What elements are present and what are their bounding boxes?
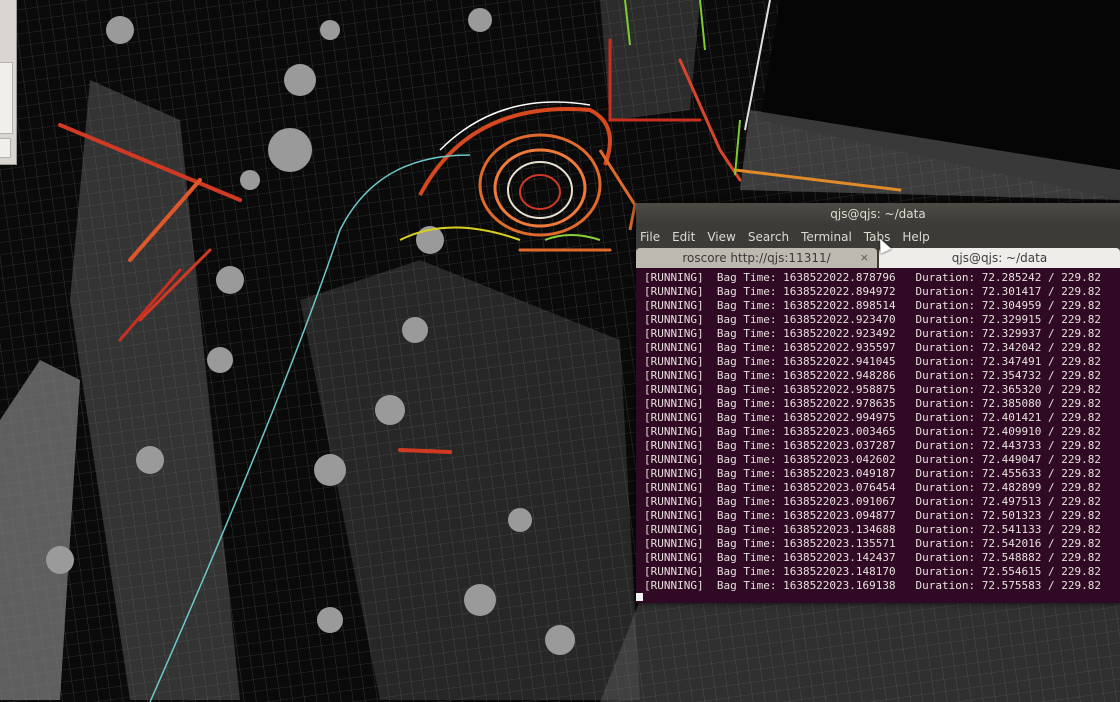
terminal-line: [RUNNING] Bag Time: 1638522023.042602 Du… xyxy=(644,453,1101,466)
terminal-line: [RUNNING] Bag Time: 1638522022.958875 Du… xyxy=(644,383,1101,396)
terminal-line: [RUNNING] Bag Time: 1638522023.091067 Du… xyxy=(644,495,1101,508)
menu-terminal[interactable]: Terminal xyxy=(801,230,852,244)
terminal-line: [RUNNING] Bag Time: 1638522022.898514 Du… xyxy=(644,299,1101,312)
panel-widget-small[interactable] xyxy=(0,138,11,158)
tab-label: roscore http://qjs:11311/ xyxy=(682,251,831,265)
tab-roscore[interactable]: roscore http://qjs:11311/ × xyxy=(636,248,877,268)
menu-edit[interactable]: Edit xyxy=(672,230,695,244)
terminal-title: qjs@qjs: ~/data xyxy=(636,203,1120,226)
panel-widget[interactable] xyxy=(0,62,13,134)
terminal-line: [RUNNING] Bag Time: 1638522022.941045 Du… xyxy=(644,355,1101,368)
menu-file[interactable]: File xyxy=(640,230,660,244)
terminal-line: [RUNNING] Bag Time: 1638522022.935597 Du… xyxy=(644,341,1101,354)
terminal-line: [RUNNING] Bag Time: 1638522022.948286 Du… xyxy=(644,369,1101,382)
menu-view[interactable]: View xyxy=(707,230,735,244)
terminal-line: [RUNNING] Bag Time: 1638522022.923492 Du… xyxy=(644,327,1101,340)
terminal-line: [RUNNING] Bag Time: 1638522022.978635 Du… xyxy=(644,397,1101,410)
terminal-line: [RUNNING] Bag Time: 1638522023.049187 Du… xyxy=(644,467,1101,480)
tab-data[interactable]: qjs@qjs: ~/data xyxy=(879,248,1120,268)
tab-label: qjs@qjs: ~/data xyxy=(951,251,1048,265)
close-icon[interactable]: × xyxy=(860,248,869,268)
terminal-line: [RUNNING] Bag Time: 1638522023.169138 Du… xyxy=(644,579,1101,592)
side-panel-edge[interactable] xyxy=(0,0,17,165)
terminal-line: [RUNNING] Bag Time: 1638522022.878796 Du… xyxy=(644,271,1101,284)
terminal-tab-bar: roscore http://qjs:11311/ × qjs@qjs: ~/d… xyxy=(636,248,1120,268)
terminal-line: [RUNNING] Bag Time: 1638522022.894972 Du… xyxy=(644,285,1101,298)
terminal-line: [RUNNING] Bag Time: 1638522023.003465 Du… xyxy=(644,425,1101,438)
terminal-line: [RUNNING] Bag Time: 1638522023.135571 Du… xyxy=(644,537,1101,550)
terminal-line: [RUNNING] Bag Time: 1638522023.076454 Du… xyxy=(644,481,1101,494)
menu-search[interactable]: Search xyxy=(748,230,789,244)
terminal-line: [RUNNING] Bag Time: 1638522023.094877 Du… xyxy=(644,509,1101,522)
terminal-line: [RUNNING] Bag Time: 1638522023.037287 Du… xyxy=(644,439,1101,452)
terminal-output[interactable]: [RUNNING] Bag Time: 1638522022.878796 Du… xyxy=(636,268,1120,601)
terminal-line: [RUNNING] Bag Time: 1638522022.923470 Du… xyxy=(644,313,1101,326)
terminal-line: [RUNNING] Bag Time: 1638522023.148170 Du… xyxy=(644,565,1101,578)
terminal-line: [RUNNING] Bag Time: 1638522023.134688 Du… xyxy=(644,523,1101,536)
menu-help[interactable]: Help xyxy=(902,230,929,244)
terminal-line: [RUNNING] Bag Time: 1638522022.994975 Du… xyxy=(644,411,1101,424)
terminal-line: [RUNNING] Bag Time: 1638522023.142437 Du… xyxy=(644,551,1101,564)
text-cursor-icon xyxy=(636,593,643,601)
terminal-window[interactable]: qjs@qjs: ~/data File Edit View Search Te… xyxy=(636,203,1120,603)
